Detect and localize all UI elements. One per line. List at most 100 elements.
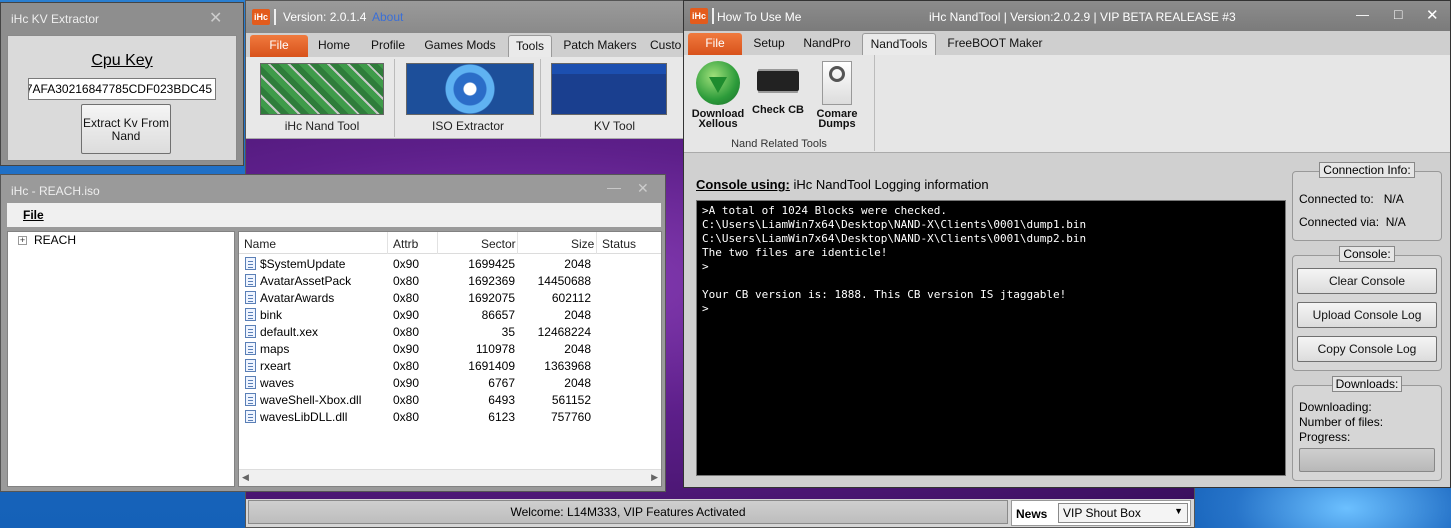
tree-node-reach[interactable]: REACH — [34, 233, 76, 247]
nand-tool-button[interactable]: iHc Nand Tool — [250, 59, 395, 137]
table-row[interactable]: waves 0x90 6767 2048 — [239, 375, 661, 392]
minimize-icon[interactable]: — — [607, 179, 621, 195]
cell-name: waves — [260, 376, 295, 390]
version-label: Version: 2.0.1.4 — [283, 10, 367, 24]
cell-size: 14450688 — [537, 274, 591, 288]
tab-profile[interactable]: Profile — [364, 35, 412, 57]
about-link[interactable]: About — [372, 10, 403, 24]
number-of-files-label: Number of files: — [1299, 415, 1384, 429]
cell-attrb: 0x80 — [393, 359, 420, 373]
upload-console-log-button[interactable]: Upload Console Log — [1297, 302, 1437, 328]
file-icon — [245, 257, 256, 270]
copy-console-log-button[interactable]: Copy Console Log — [1297, 336, 1437, 362]
file-icon — [245, 376, 256, 389]
nand-tool-label: iHc Nand Tool — [284, 119, 360, 133]
cell-sector: 6493 — [488, 393, 515, 407]
scroll-right-icon[interactable]: ▶ — [651, 472, 658, 483]
kv-tool-label: KV Tool — [593, 119, 636, 133]
iso-window: iHc - REACH.iso — ✕ File + REACH Name At… — [0, 174, 666, 492]
cell-attrb: 0x80 — [393, 274, 420, 288]
cell-attrb: 0x90 — [393, 257, 420, 271]
file-icon — [245, 359, 256, 372]
cell-name: default.xex — [260, 325, 319, 339]
cell-sector: 6767 — [488, 376, 515, 390]
iso-extractor-button[interactable]: ISO Extractor — [396, 59, 541, 137]
table-row[interactable]: waveShell-Xbox.dll 0x80 6493 561152 — [239, 392, 661, 409]
column-attrb[interactable]: Attrb — [393, 237, 418, 251]
column-size[interactable]: Size — [571, 237, 594, 251]
tab-home[interactable]: Home — [312, 35, 356, 57]
download-xellous-button[interactable]: Download Xellous — [690, 61, 746, 130]
table-row[interactable]: $SystemUpdate 0x90 1699425 2048 — [239, 256, 661, 273]
tab-games-mods[interactable]: Games Mods — [418, 35, 502, 57]
close-icon[interactable]: ✕ — [637, 180, 649, 197]
connected-via-label: Connected via: — [1299, 215, 1380, 229]
check-cb-button[interactable]: Check CB — [750, 61, 806, 116]
tab-file[interactable]: File — [250, 35, 308, 57]
nandtool-title-bar: iHc How To Use Me iHc NandTool | Version… — [684, 1, 1450, 31]
nandtool-ribbon: Download Xellous Check CB Comare Dumps N… — [684, 55, 1450, 153]
tab-file[interactable]: File — [688, 33, 742, 55]
minimize-icon[interactable]: — — [1356, 7, 1369, 22]
cell-sector: 86657 — [481, 308, 515, 322]
cell-name: AvatarAssetPack — [260, 274, 352, 288]
nandtool-window: iHc How To Use Me iHc NandTool | Version… — [683, 0, 1451, 488]
console-output[interactable]: >A total of 1024 Blocks were checked. C:… — [696, 200, 1286, 476]
shoutbox-select[interactable]: VIP Shout Box ▼ — [1058, 503, 1188, 523]
chevron-down-icon: ▼ — [1174, 506, 1183, 516]
downloads-group: Downloads: Downloading: Number of files:… — [1292, 376, 1442, 481]
title-separator — [712, 8, 714, 24]
app-logo-icon: iHc — [252, 9, 270, 25]
tab-nandtools[interactable]: NandTools — [862, 33, 936, 55]
file-icon — [245, 291, 256, 304]
clear-console-button[interactable]: Clear Console — [1297, 268, 1437, 294]
horizontal-scrollbar[interactable]: ◀ ▶ — [239, 469, 661, 486]
table-row[interactable]: bink 0x90 86657 2048 — [239, 307, 661, 324]
tab-patch-makers[interactable]: Patch Makers — [558, 35, 642, 57]
menu-file[interactable]: File — [23, 208, 44, 222]
tab-freeboot-maker[interactable]: FreeBOOT Maker — [942, 33, 1048, 55]
table-row[interactable]: default.xex 0x80 35 12468224 — [239, 324, 661, 341]
nandtool-tab-row: File Setup NandPro NandTools FreeBOOT Ma… — [684, 31, 1450, 55]
cell-sector: 6123 — [488, 410, 515, 424]
ribbon-group-label: Nand Related Tools — [731, 138, 827, 150]
file-list: Name Attrb Sector Size Status $SystemUpd… — [238, 231, 662, 487]
check-cb-label: Check CB — [752, 104, 804, 116]
expand-icon[interactable]: + — [18, 236, 27, 245]
maximize-icon[interactable]: □ — [1394, 6, 1402, 22]
cell-size: 2048 — [564, 376, 591, 390]
cell-size: 2048 — [564, 308, 591, 322]
table-row[interactable]: rxeart 0x80 1691409 1363968 — [239, 358, 661, 375]
extract-kv-button[interactable]: Extract Kv From Nand — [81, 104, 171, 154]
how-to-use-link[interactable]: How To Use Me — [717, 10, 801, 24]
tab-nandpro[interactable]: NandPro — [798, 33, 856, 55]
tab-setup[interactable]: Setup — [748, 33, 790, 55]
table-row[interactable]: maps 0x90 110978 2048 — [239, 341, 661, 358]
cell-size: 1363968 — [544, 359, 591, 373]
column-name[interactable]: Name — [244, 237, 276, 251]
table-row[interactable]: wavesLibDLL.dll 0x80 6123 757760 — [239, 409, 661, 426]
cell-attrb: 0x80 — [393, 291, 420, 305]
cell-attrb: 0x80 — [393, 325, 420, 339]
compare-dumps-button[interactable]: Comare Dumps — [810, 61, 864, 130]
cell-sector: 1691409 — [468, 359, 515, 373]
table-row[interactable]: AvatarAwards 0x80 1692075 602112 — [239, 290, 661, 307]
close-icon[interactable]: ✕ — [1426, 6, 1439, 24]
status-bar: Welcome: L14M333, VIP Features Activated — [248, 500, 1008, 524]
cell-attrb: 0x90 — [393, 376, 420, 390]
table-row[interactable]: AvatarAssetPack 0x80 1692369 14450688 — [239, 273, 661, 290]
connection-info-group: Connection Info: Connected to: N/A Conne… — [1292, 162, 1442, 241]
download-progress-bar — [1299, 448, 1435, 472]
close-icon[interactable]: ✕ — [209, 8, 222, 28]
console-group-title: Console: — [1339, 246, 1395, 262]
column-sector[interactable]: Sector — [481, 237, 516, 251]
tab-tools[interactable]: Tools — [508, 35, 552, 57]
cell-name: rxeart — [260, 359, 291, 373]
cpu-key-input[interactable]: FE47AFA30216847785CDF023BDC45 — [28, 78, 216, 100]
file-icon — [245, 393, 256, 406]
column-status[interactable]: Status — [602, 237, 636, 251]
kv-tool-button[interactable]: KV Tool — [542, 59, 687, 137]
scroll-left-icon[interactable]: ◀ — [242, 472, 249, 483]
title-separator — [274, 9, 276, 25]
cpu-key-label: Cpu Key — [91, 52, 153, 69]
